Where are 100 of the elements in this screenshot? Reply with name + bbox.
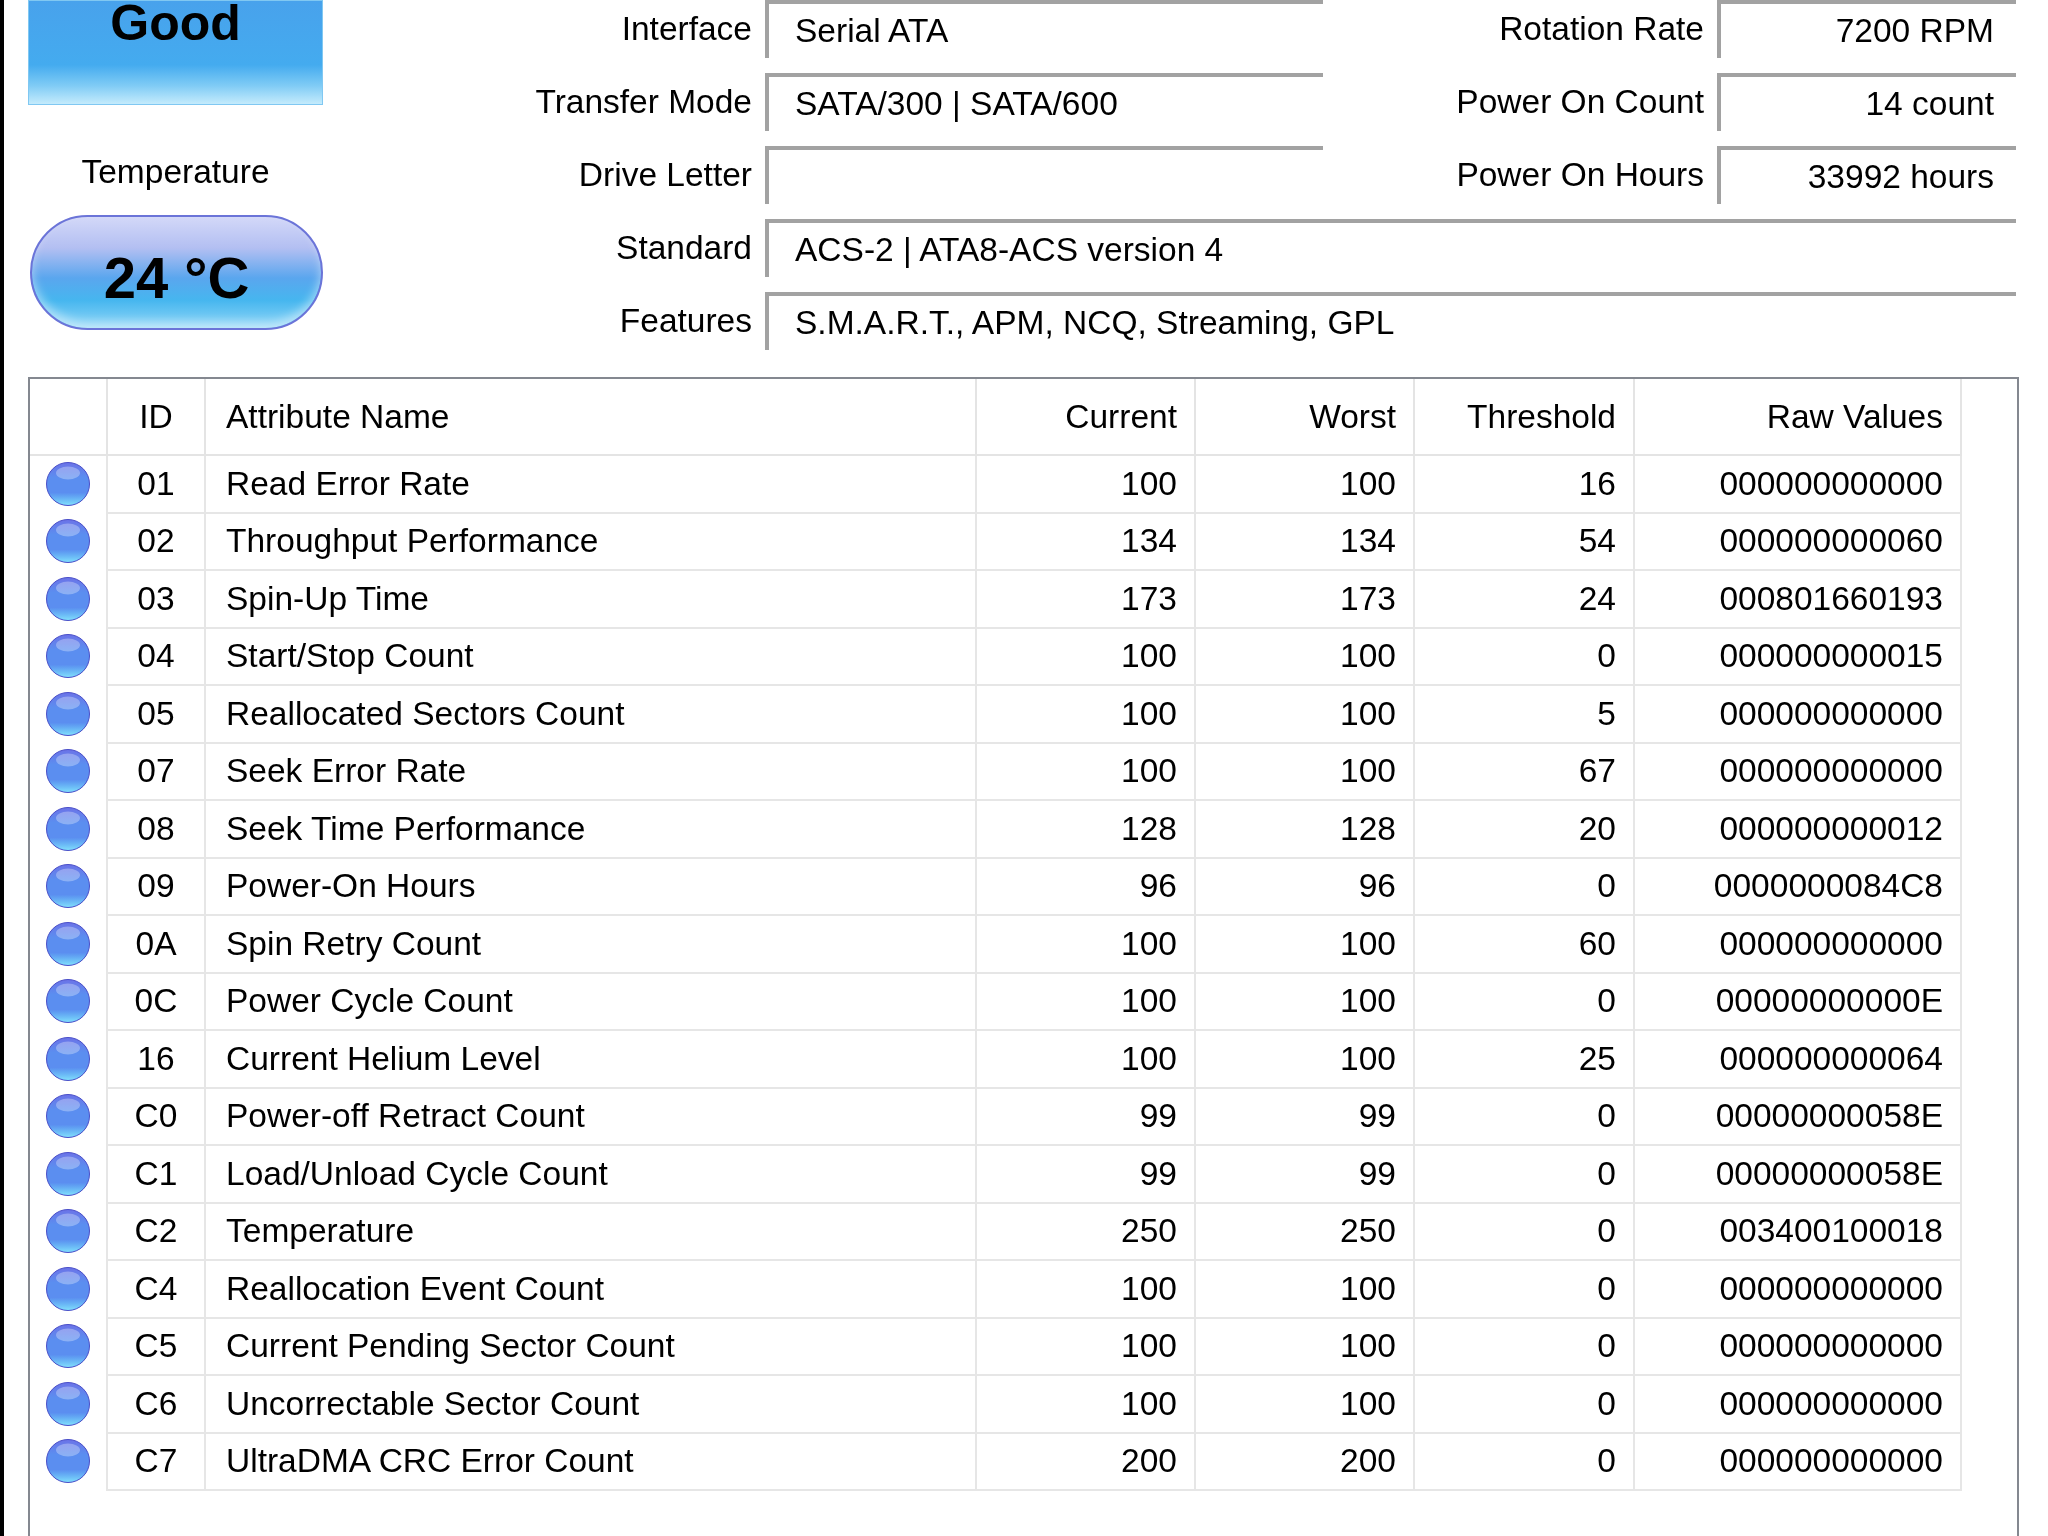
table-cell: 0000000084C8 (1634, 857, 1961, 915)
table-cell: 0 (1414, 1087, 1634, 1145)
table-cell: 100 (1195, 1375, 1414, 1433)
table-cell: 128 (976, 800, 1195, 858)
readonly-field: S.M.A.R.T., APM, NCQ, Streaming, GPL (765, 292, 2016, 350)
table-cell: 100 (976, 1375, 1195, 1433)
table-cell: 003400100018 (1634, 1202, 1961, 1260)
table-cell: UltraDMA CRC Error Count (205, 1432, 976, 1490)
table-cell: C1 (107, 1145, 205, 1203)
table-cell: 25 (1414, 1030, 1634, 1088)
column-header[interactable]: ID (107, 379, 205, 455)
table-cell: 000000000000 (1634, 455, 1961, 513)
table-cell: 02 (107, 512, 205, 570)
table-cell: 100 (1195, 455, 1414, 513)
table-cell: 000801660193 (1634, 570, 1961, 628)
table-cell: 250 (1195, 1202, 1414, 1260)
table-cell: Current Helium Level (205, 1030, 976, 1088)
table-cell: Seek Error Rate (205, 742, 976, 800)
table-cell: 000000000000 (1634, 1375, 1961, 1433)
table-cell: 16 (107, 1030, 205, 1088)
table-cell: 00000000058E (1634, 1087, 1961, 1145)
table-cell: 0 (1414, 1375, 1634, 1433)
table-cell: Start/Stop Count (205, 627, 976, 685)
table-cell: Seek Time Performance (205, 800, 976, 858)
table-cell: 100 (976, 685, 1195, 743)
table-cell: Reallocated Sectors Count (205, 685, 976, 743)
table-cell: 100 (1195, 685, 1414, 743)
table-cell: 100 (1195, 1260, 1414, 1318)
table-cell: 100 (976, 627, 1195, 685)
table-cell: 99 (976, 1087, 1195, 1145)
table-cell: 100 (976, 742, 1195, 800)
table-cell: Uncorrectable Sector Count (205, 1375, 976, 1433)
table-cell: 0 (1414, 857, 1634, 915)
field-label: Drive Letter (577, 155, 752, 195)
readonly-field: ACS-2 | ATA8-ACS version 4 (765, 219, 2016, 277)
readonly-field: SATA/300 | SATA/600 (765, 73, 1323, 131)
table-cell: 0 (1414, 1260, 1634, 1318)
table-cell: 100 (1195, 1030, 1414, 1088)
table-cell: 173 (976, 570, 1195, 628)
table-cell: 00000000058E (1634, 1145, 1961, 1203)
table-cell: 000000000064 (1634, 1030, 1961, 1088)
column-header[interactable]: Threshold (1414, 379, 1634, 455)
column-header[interactable]: Attribute Name (205, 379, 976, 455)
field-label: Interface (620, 9, 752, 49)
table-cell: 100 (1195, 627, 1414, 685)
table-cell: Spin Retry Count (205, 915, 976, 973)
table-cell: C7 (107, 1432, 205, 1490)
table-cell: 100 (1195, 972, 1414, 1030)
table-cell: 100 (1195, 915, 1414, 973)
table-cell: 09 (107, 857, 205, 915)
temperature-label: Temperature (80, 152, 271, 192)
table-cell: 08 (107, 800, 205, 858)
table-cell: 0 (1414, 1145, 1634, 1203)
field-label: Transfer Mode (534, 82, 752, 122)
table-cell: Current Pending Sector Count (205, 1317, 976, 1375)
table-cell: Read Error Rate (205, 455, 976, 513)
field-label: Rotation Rate (1498, 9, 1704, 49)
table-cell: 99 (1195, 1145, 1414, 1203)
table-cell: 100 (976, 455, 1195, 513)
table-cell: 0 (1414, 1432, 1634, 1490)
table-cell: 03 (107, 570, 205, 628)
table-cell: Load/Unload Cycle Count (205, 1145, 976, 1203)
table-cell: C0 (107, 1087, 205, 1145)
table-cell: 01 (107, 455, 205, 513)
table-cell: 00000000000E (1634, 972, 1961, 1030)
readonly-field: Serial ATA (765, 0, 1323, 58)
table-cell: 24 (1414, 570, 1634, 628)
table-cell: Power Cycle Count (205, 972, 976, 1030)
column-header[interactable]: Worst (1195, 379, 1414, 455)
table-cell: 100 (1195, 1317, 1414, 1375)
column-header[interactable]: Raw Values (1634, 379, 1961, 455)
table-cell: 0A (107, 915, 205, 973)
table-cell: C6 (107, 1375, 205, 1433)
field-label: Standard (615, 228, 752, 268)
table-cell: 000000000060 (1634, 512, 1961, 570)
column-header[interactable]: Current (976, 379, 1195, 455)
table-cell: 128 (1195, 800, 1414, 858)
table-cell: Power-On Hours (205, 857, 976, 915)
table-cell: 07 (107, 742, 205, 800)
field-label: Features (618, 301, 752, 341)
table-cell: 000000000000 (1634, 1317, 1961, 1375)
table-cell: 5 (1414, 685, 1634, 743)
table-cell: Temperature (205, 1202, 976, 1260)
table-cell: 134 (976, 512, 1195, 570)
table-cell: 100 (976, 1317, 1195, 1375)
table-cell: 200 (1195, 1432, 1414, 1490)
table-cell: Power-off Retract Count (205, 1087, 976, 1145)
table-cell: 000000000000 (1634, 685, 1961, 743)
table-cell: 000000000000 (1634, 1260, 1961, 1318)
table-cell: 000000000000 (1634, 1432, 1961, 1490)
table-cell: C5 (107, 1317, 205, 1375)
table-cell: 99 (976, 1145, 1195, 1203)
table-cell: 96 (1195, 857, 1414, 915)
table-cell: 100 (1195, 742, 1414, 800)
table-cell: 05 (107, 685, 205, 743)
table-cell: 134 (1195, 512, 1414, 570)
table-cell: 000000000000 (1634, 742, 1961, 800)
field-label: Power On Count (1455, 82, 1704, 122)
table-cell: 16 (1414, 455, 1634, 513)
table-cell: 100 (976, 972, 1195, 1030)
